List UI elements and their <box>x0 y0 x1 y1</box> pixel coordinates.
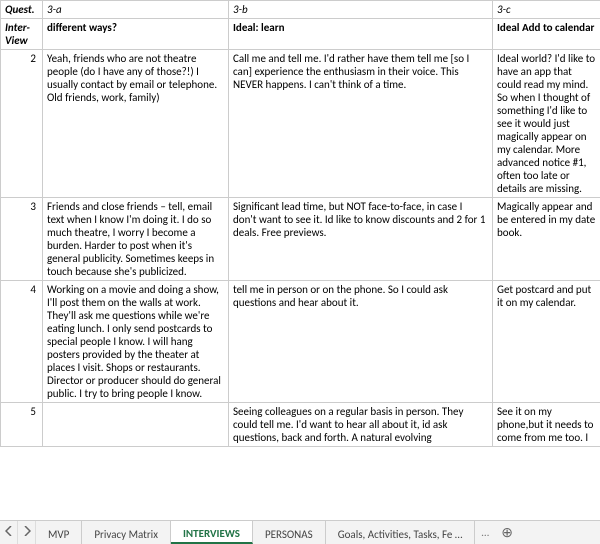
col-code-b[interactable]: 3-b <box>229 1 493 19</box>
col-title-b[interactable]: Ideal: learn <box>229 19 493 50</box>
plus-icon: ⊕ <box>501 524 513 541</box>
cell-a[interactable]: Working on a movie and doing a show, I'l… <box>43 281 229 403</box>
col-title-a[interactable]: different ways? <box>43 19 229 50</box>
row-number[interactable]: 3 <box>1 198 43 281</box>
row-number[interactable]: 2 <box>1 50 43 198</box>
col-code-a[interactable]: 3-a <box>43 1 229 19</box>
tab-scroll-right-button[interactable] <box>18 521 36 544</box>
cell-a[interactable]: Yeah, friends who are not theatre people… <box>43 50 229 198</box>
chevron-left-icon <box>5 526 13 539</box>
quest-header[interactable]: Quest. <box>1 1 43 19</box>
tab-scroll-left-button[interactable] <box>0 521 18 544</box>
table-row: 3 Friends and close friends – tell, emai… <box>1 198 600 281</box>
chevron-right-icon <box>23 526 31 539</box>
sheet-tab-interviews[interactable]: INTERVIEWS <box>171 521 253 544</box>
col-code-c[interactable]: 3-c <box>493 1 600 19</box>
sheet-tab-goals[interactable]: Goals, Activities, Tasks, Fe … <box>326 521 476 544</box>
header-row-codes: Quest. 3-a 3-b 3-c <box>1 1 600 19</box>
cell-b[interactable]: Seeing colleagues on a regular basis in … <box>229 403 493 447</box>
sheet-tab-privacy-matrix[interactable]: Privacy Matrix <box>82 521 171 544</box>
cell-b[interactable]: Call me and tell me. I'd rather have the… <box>229 50 493 198</box>
cell-c[interactable]: Magically appear and be entered in my da… <box>493 198 600 281</box>
cell-c[interactable]: Ideal world? I'd like to have an app tha… <box>493 50 600 198</box>
data-table: Quest. 3-a 3-b 3-c Inter-View different … <box>0 0 600 447</box>
new-sheet-button[interactable]: ⊕ <box>495 521 519 544</box>
row-number[interactable]: 5 <box>1 403 43 447</box>
more-tabs-button[interactable]: … <box>475 521 495 544</box>
spreadsheet-grid: Quest. 3-a 3-b 3-c Inter-View different … <box>0 0 600 520</box>
sheet-tab-mvp[interactable]: MVP <box>36 521 82 544</box>
col-title-c[interactable]: Ideal Add to calendar <box>493 19 600 50</box>
cell-a[interactable] <box>43 403 229 447</box>
interview-header[interactable]: Inter-View <box>1 19 43 50</box>
row-number[interactable]: 4 <box>1 281 43 403</box>
cell-a[interactable]: Friends and close friends – tell, email … <box>43 198 229 281</box>
table-row: 5 Seeing colleagues on a regular basis i… <box>1 403 600 447</box>
header-row-titles: Inter-View different ways? Ideal: learn … <box>1 19 600 50</box>
cell-b[interactable]: Significant lead time, but NOT face-to-f… <box>229 198 493 281</box>
cell-c[interactable]: Get postcard and put it on my calendar. <box>493 281 600 403</box>
table-row: 4 Working on a movie and doing a show, I… <box>1 281 600 403</box>
sheet-tab-personas[interactable]: PERSONAS <box>253 521 326 544</box>
cell-c[interactable]: See it on my phone,but it needs to come … <box>493 403 600 447</box>
sheet-tab-bar: MVP Privacy Matrix INTERVIEWS PERSONAS G… <box>0 520 600 544</box>
cell-b[interactable]: tell me in person or on the phone. So I … <box>229 281 493 403</box>
table-row: 2 Yeah, friends who are not theatre peop… <box>1 50 600 198</box>
